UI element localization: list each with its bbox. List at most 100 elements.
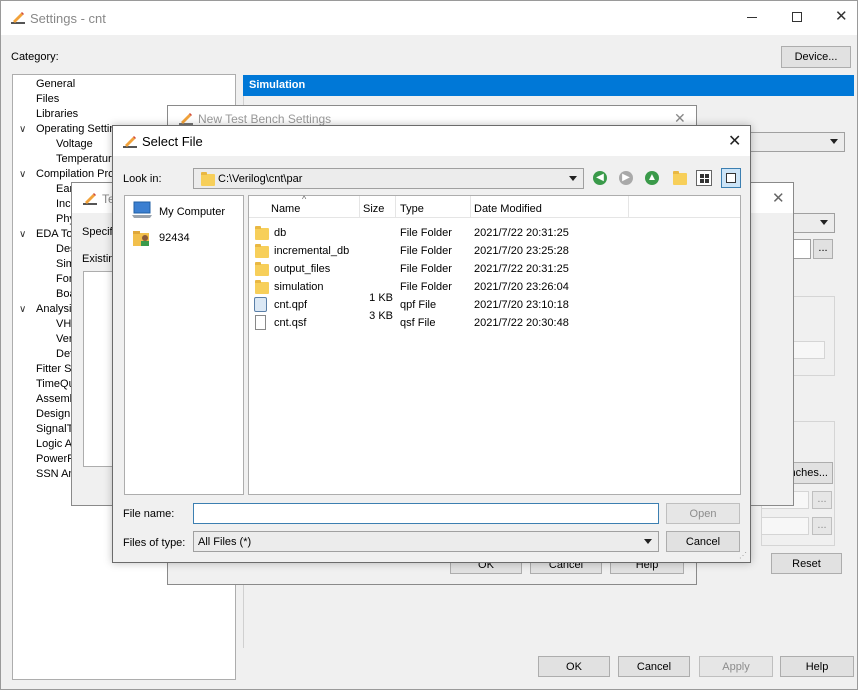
tree-item[interactable]: Assemb: [36, 393, 76, 405]
file-row[interactable]: incremental_db File Folder 2021/7/20 23:25…: [249, 242, 740, 260]
file-name-input[interactable]: [193, 503, 659, 524]
minimize-icon[interactable]: [747, 17, 757, 18]
path-field[interactable]: [791, 239, 811, 259]
file-row[interactable]: cnt.qpf 1 KB qpf File 2021/7/20 23:10:18: [249, 292, 740, 314]
browse-button[interactable]: ...: [813, 239, 833, 259]
select-file-titlebar[interactable]: Select File ✕: [113, 126, 750, 156]
file-name: simulation: [274, 281, 324, 293]
field-3: [761, 517, 809, 535]
column-name[interactable]: Name: [271, 203, 300, 215]
tree-item[interactable]: Fitter S: [36, 363, 71, 375]
column-date[interactable]: Date Modified: [474, 203, 542, 215]
tree-item[interactable]: PowerP: [36, 453, 75, 465]
settings-title: Settings - cnt: [30, 11, 106, 26]
grid-dot-icon: [705, 179, 709, 183]
column-divider: [470, 196, 471, 218]
chevron-down-icon[interactable]: ∨: [19, 229, 26, 240]
chevron-down-icon[interactable]: ∨: [19, 124, 26, 135]
pencil-icon: [123, 136, 137, 148]
chevron-down-icon: [569, 176, 577, 181]
chevron-down-icon[interactable]: ∨: [19, 169, 26, 180]
browse-button-2[interactable]: ...: [812, 491, 832, 509]
tree-item[interactable]: Temperatur: [56, 153, 112, 165]
resize-grip-icon[interactable]: ⋰: [739, 551, 747, 560]
column-divider: [628, 196, 629, 218]
places-panel[interactable]: My Computer 92434: [124, 195, 244, 495]
close-icon[interactable]: ✕: [728, 131, 741, 151]
folder-icon: [255, 262, 269, 276]
tree-item[interactable]: General: [36, 78, 75, 90]
list-view-icon[interactable]: [696, 170, 712, 186]
file-type: File Folder: [400, 245, 452, 257]
tree-item[interactable]: Operating Settin: [36, 123, 116, 135]
chevron-down-icon: [644, 539, 652, 544]
browse-button-3[interactable]: ...: [812, 517, 832, 535]
help-button[interactable]: Help: [780, 656, 854, 677]
place-user[interactable]: 92434: [159, 232, 190, 244]
file-name: incremental_db: [274, 245, 350, 257]
file-date: 2021/7/20 23:25:28: [474, 245, 569, 257]
chevron-down-icon: [830, 139, 838, 144]
close-icon[interactable]: ✕: [835, 7, 848, 25]
files-of-type-combo[interactable]: All Files (*): [193, 531, 659, 552]
look-in-label: Look in:: [123, 173, 162, 185]
settings-titlebar[interactable]: Settings - cnt ✕: [1, 1, 857, 35]
tree-item[interactable]: Compilation Proc: [36, 168, 120, 180]
chevron-down-icon: [820, 220, 828, 225]
files-of-type-label: Files of type:: [123, 537, 186, 549]
select-file-title: Select File: [142, 134, 203, 149]
file-row[interactable]: simulation File Folder 2021/7/20 23:26:04: [249, 278, 740, 296]
chevron-down-icon[interactable]: ∨: [19, 304, 26, 315]
column-divider: [395, 196, 396, 218]
detail-view-icon[interactable]: [721, 168, 741, 188]
device-button[interactable]: Device...: [781, 46, 851, 68]
apply-button[interactable]: Apply: [699, 656, 773, 677]
computer-icon: [132, 201, 152, 218]
file-list[interactable]: ^ Name Size Type Date Modified db File Fo…: [248, 194, 741, 495]
file-row[interactable]: output_files File Folder 2021/7/22 20:31:2…: [249, 260, 740, 278]
look-in-combo[interactable]: C:\Verilog\cnt\par: [193, 168, 584, 189]
category-label: Category:: [11, 51, 59, 63]
close-icon[interactable]: ✕: [772, 189, 785, 207]
file-name-label: File name:: [123, 508, 175, 520]
tree-item[interactable]: EDA To: [36, 228, 73, 240]
forward-icon[interactable]: ▶: [619, 171, 633, 185]
back-icon[interactable]: ◀: [593, 171, 607, 185]
file-type: File Folder: [400, 281, 452, 293]
file-type: File Folder: [400, 227, 452, 239]
tree-item[interactable]: Design: [36, 408, 70, 420]
tree-item[interactable]: Voltage: [56, 138, 93, 150]
new-folder-icon[interactable]: [673, 171, 687, 185]
column-type[interactable]: Type: [400, 203, 424, 215]
folder-icon: [255, 280, 269, 294]
maximize-icon[interactable]: [792, 12, 802, 22]
pencil-icon: [11, 12, 25, 24]
tree-item[interactable]: Files: [36, 93, 59, 105]
column-size[interactable]: Size: [363, 203, 384, 215]
tree-item[interactable]: Inc: [56, 198, 71, 210]
file-row[interactable]: db File Folder 2021/7/22 20:31:25: [249, 224, 740, 242]
reset-button[interactable]: Reset: [771, 553, 842, 574]
folder-icon: [201, 172, 215, 186]
qpf-file-icon: [254, 297, 267, 312]
grid-dot-icon: [705, 174, 709, 178]
format-combo[interactable]: [791, 213, 835, 233]
detail-lines-icon: [726, 173, 736, 183]
file-size: 3 KB: [369, 310, 393, 322]
cancel-button[interactable]: Cancel: [618, 656, 690, 677]
file-row[interactable]: cnt.qsf 3 KB qsf File 2021/7/22 20:30:48: [249, 310, 740, 332]
files-of-type-value: All Files (*): [198, 536, 252, 548]
existing-label: Existin: [82, 253, 115, 265]
file-type: qpf File: [400, 299, 437, 311]
file-name: cnt.qpf: [274, 299, 308, 311]
select-file-cancel-button[interactable]: Cancel: [666, 531, 740, 552]
pencil-icon: [179, 113, 193, 125]
ok-button[interactable]: OK: [538, 656, 610, 677]
place-my-computer[interactable]: My Computer: [159, 206, 225, 218]
tool-name-combo[interactable]: [741, 132, 845, 152]
up-folder-icon[interactable]: ▲: [645, 171, 659, 185]
tree-item[interactable]: TimeQu: [36, 378, 75, 390]
tree-item[interactable]: Libraries: [36, 108, 78, 120]
file-size: 1 KB: [369, 292, 393, 304]
open-button[interactable]: Open: [666, 503, 740, 524]
